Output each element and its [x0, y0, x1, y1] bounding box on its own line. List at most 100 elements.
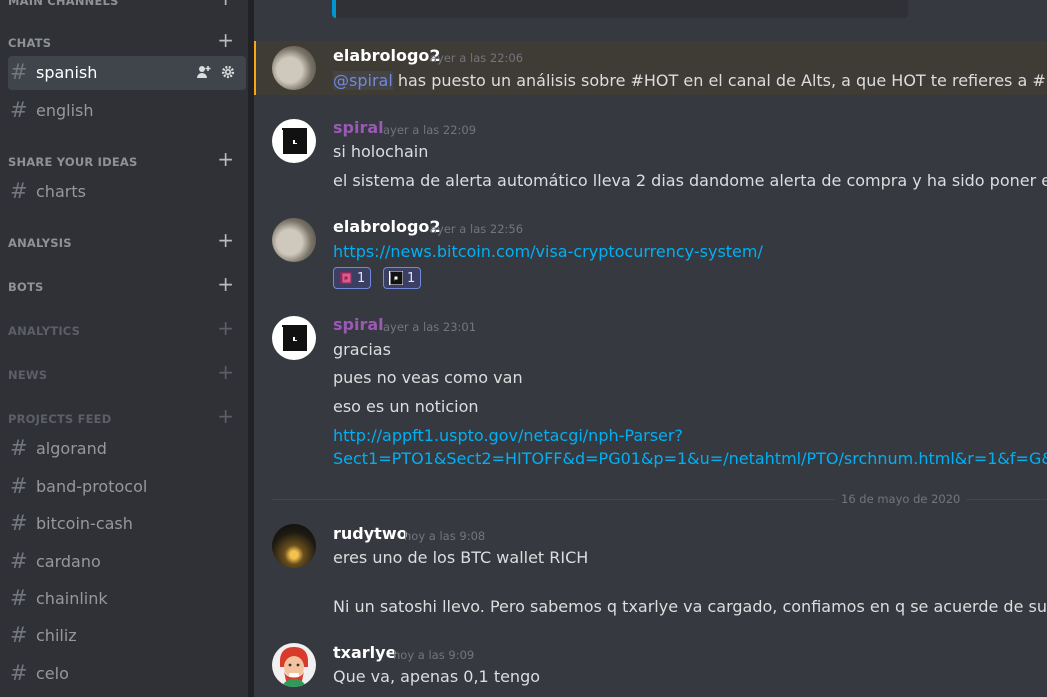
- timestamp: ayer a las 22:09: [383, 123, 477, 137]
- spiral-emoji-icon: [389, 271, 403, 285]
- category-label: CHATS: [8, 36, 52, 50]
- hash-icon: #: [10, 60, 28, 84]
- category-analytics[interactable]: ANALYTICS +: [8, 318, 244, 338]
- channel-sidebar: MAIN CHANNELS + CHATS + # spanish # engl…: [0, 0, 248, 697]
- message-text: Que va, apenas 0,1 tengo: [333, 667, 541, 686]
- add-channel-icon[interactable]: +: [217, 406, 234, 426]
- channel-bitcoin-cash[interactable]: # bitcoin-cash: [8, 507, 246, 541]
- hash-icon: #: [10, 623, 28, 647]
- hash-icon: #: [10, 661, 28, 685]
- category-label: ANALYSIS: [8, 236, 72, 250]
- category-projects-feed[interactable]: PROJECTS FEED +: [8, 406, 244, 426]
- add-channel-icon[interactable]: +: [217, 230, 234, 250]
- date-divider-label: 16 de mayo de 2020: [835, 491, 967, 507]
- author-name[interactable]: elabrologo2: [333, 46, 441, 66]
- channel-label: bitcoin-cash: [36, 514, 133, 533]
- author-name[interactable]: spiral: [333, 315, 384, 335]
- message-link[interactable]: http://appft1.uspto.gov/netacgi/nph-Pars…: [333, 426, 683, 446]
- channel-label: charts: [36, 182, 86, 201]
- message: rudytwo hoy a las 9:08 eres uno de los B…: [254, 521, 1047, 616]
- author-name[interactable]: spiral: [333, 118, 384, 138]
- author-name[interactable]: elabrologo2: [333, 217, 441, 237]
- hash-icon: #: [10, 98, 28, 122]
- channel-english[interactable]: # english: [8, 94, 246, 128]
- channel-label: english: [36, 101, 94, 120]
- category-analysis[interactable]: ANALYSIS +: [8, 230, 244, 250]
- avatar[interactable]: [272, 218, 316, 262]
- user-mention[interactable]: @spiral: [333, 71, 393, 90]
- avatar[interactable]: [272, 119, 316, 163]
- reaction-chip[interactable]: 1: [333, 267, 372, 289]
- avatar[interactable]: [272, 643, 316, 687]
- add-channel-icon[interactable]: +: [217, 274, 234, 294]
- message: elabrologo2 ayer a las 22:56 https://new…: [254, 215, 1047, 290]
- channel-label: cardano: [36, 552, 101, 571]
- category-label: NEWS: [8, 368, 48, 382]
- message-text: eso es un noticion: [333, 397, 479, 416]
- message-text: pues no veas como van: [333, 368, 523, 387]
- link-embed: [332, 0, 908, 18]
- channel-cardano[interactable]: # cardano: [8, 545, 246, 579]
- add-channel-icon[interactable]: +: [217, 149, 234, 169]
- channel-band-protocol[interactable]: # band-protocol: [8, 470, 246, 504]
- cartoon-avatar-icon: [280, 647, 308, 687]
- message-text: si holochain: [333, 142, 429, 161]
- timestamp: hoy a las 9:09: [393, 648, 475, 662]
- reaction-chip[interactable]: 1: [383, 267, 422, 289]
- avatar[interactable]: [272, 316, 316, 360]
- invite-user-icon[interactable]: [196, 64, 212, 80]
- category-news[interactable]: NEWS +: [8, 362, 244, 382]
- hash-icon: #: [10, 436, 28, 460]
- add-channel-icon[interactable]: +: [217, 30, 234, 50]
- channel-label: chainlink: [36, 589, 108, 608]
- hash-icon: #: [10, 586, 28, 610]
- message: spiral ayer a las 23:01 gracias pues no …: [254, 312, 1047, 472]
- category-label: BOTS: [8, 280, 44, 294]
- author-name[interactable]: rudytwo: [333, 524, 408, 544]
- add-channel-icon[interactable]: +: [217, 0, 234, 8]
- message-link[interactable]: Sect1=PTO1&Sect2=HITOFF&d=PG01&p=1&u=/ne…: [333, 449, 1047, 469]
- channel-label: chiliz: [36, 626, 77, 645]
- channel-algorand[interactable]: # algorand: [8, 432, 246, 466]
- message-text: Ni un satoshi llevo. Pero sabemos q txar…: [333, 597, 1047, 616]
- channel-label: band-protocol: [36, 477, 148, 496]
- channel-chainlink[interactable]: # chainlink: [8, 582, 246, 616]
- category-share-your-ideas[interactable]: SHARE YOUR IDEAS +: [8, 149, 244, 169]
- reaction-count: 1: [407, 270, 416, 286]
- avatar[interactable]: [272, 46, 316, 90]
- gear-icon[interactable]: [220, 64, 236, 80]
- message-text: @spiral has puesto un análisis sobre #HO…: [333, 71, 1047, 90]
- reaction-emoji-icon: [340, 272, 352, 284]
- hash-icon: #: [10, 474, 28, 498]
- reaction-count: 1: [357, 270, 366, 286]
- category-label: SHARE YOUR IDEAS: [8, 155, 138, 169]
- channel-label: algorand: [36, 439, 107, 458]
- channel-charts[interactable]: # charts: [8, 175, 246, 209]
- category-label: ANALYTICS: [8, 324, 81, 338]
- channel-label: spanish: [36, 63, 98, 82]
- message-list: elabrologo2 ayer a las 22:06 @spiral has…: [254, 0, 1047, 697]
- spiral-logo-icon: [282, 325, 307, 351]
- author-name[interactable]: txarlye: [333, 643, 396, 663]
- timestamp: hoy a las 9:08: [404, 529, 486, 543]
- timestamp: ayer a las 23:01: [383, 320, 477, 334]
- hash-icon: #: [10, 549, 28, 573]
- message-mention-highlight: elabrologo2 ayer a las 22:06 @spiral has…: [254, 41, 1047, 95]
- channel-celo[interactable]: # celo: [8, 657, 246, 691]
- message-text: el sistema de alerta automático lleva 2 …: [333, 171, 1047, 190]
- category-main-channels[interactable]: MAIN CHANNELS +: [8, 0, 244, 8]
- add-channel-icon[interactable]: +: [217, 362, 234, 382]
- message-link[interactable]: https://news.bitcoin.com/visa-cryptocurr…: [333, 242, 763, 262]
- hash-icon: #: [10, 179, 28, 203]
- message: txarlye hoy a las 9:09 Que va, apenas 0,…: [254, 640, 1047, 697]
- category-bots[interactable]: BOTS +: [8, 274, 244, 294]
- avatar[interactable]: [272, 524, 316, 568]
- add-channel-icon[interactable]: +: [217, 318, 234, 338]
- message: spiral ayer a las 22:09 si holochain el …: [254, 115, 1047, 195]
- category-chats[interactable]: CHATS +: [8, 30, 244, 50]
- channel-chiliz[interactable]: # chiliz: [8, 619, 246, 653]
- message-text: gracias: [333, 340, 391, 359]
- channel-spanish[interactable]: # spanish: [8, 56, 246, 90]
- spiral-logo-icon: [282, 128, 307, 154]
- channel-label: celo: [36, 664, 69, 683]
